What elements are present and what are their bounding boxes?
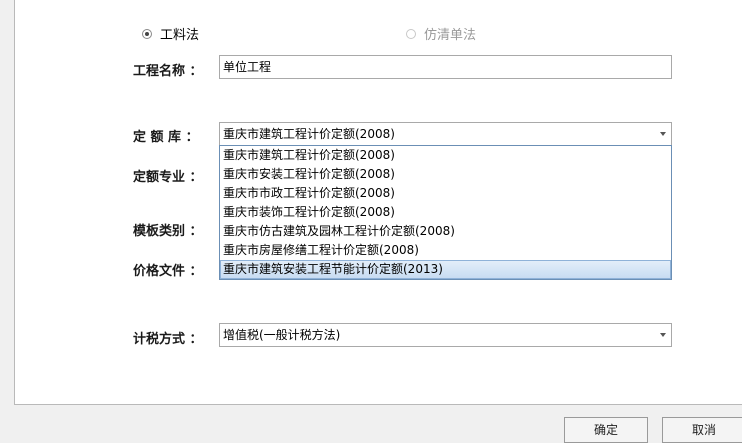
radio-bill-method[interactable]: 工料法 (142, 24, 199, 43)
dropdown-option-highlighted[interactable]: 重庆市建筑安装工程节能计价定额(2013) (220, 260, 671, 279)
dropdown-option[interactable]: 重庆市市政工程计价定额(2008) (220, 184, 671, 203)
tax-method-value: 增值税(一般计税方法) (223, 328, 341, 342)
quota-lib-value: 重庆市建筑工程计价定额(2008) (223, 127, 395, 141)
chevron-down-icon[interactable] (660, 132, 666, 136)
quota-lib-select[interactable]: 重庆市建筑工程计价定额(2008) (219, 122, 672, 146)
dropdown-option[interactable]: 重庆市仿古建筑及园林工程计价定额(2008) (220, 222, 671, 241)
chevron-down-icon[interactable] (660, 333, 666, 337)
project-name-input[interactable]: 单位工程 (219, 55, 672, 79)
tax-method-select[interactable]: 增值税(一般计税方法) (219, 323, 672, 347)
radio-checked-icon (142, 28, 152, 39)
project-name-label: 工程名称 ： (133, 64, 203, 79)
radio-unchecked-icon (406, 28, 416, 39)
quota-lib-dropdown-list: 重庆市建筑工程计价定额(2008) 重庆市安装工程计价定额(2008) 重庆市市… (219, 145, 672, 280)
dropdown-option[interactable]: 重庆市安装工程计价定额(2008) (220, 165, 671, 184)
radio-quote-method-label: 仿清单法 (424, 28, 477, 43)
tax-method-label: 计税方式 ： (133, 332, 203, 347)
radio-bill-method-label: 工料法 (160, 28, 200, 43)
price-file-label: 价格文件 ： (133, 264, 203, 279)
dropdown-option[interactable]: 重庆市装饰工程计价定额(2008) (220, 203, 671, 222)
cancel-button[interactable]: 取消 (662, 417, 742, 443)
project-name-value: 单位工程 (223, 60, 272, 74)
quota-major-label: 定额专业 ： (133, 170, 203, 185)
dropdown-option[interactable]: 重庆市建筑工程计价定额(2008) (220, 146, 671, 165)
ok-button[interactable]: 确定 (564, 417, 648, 443)
template-type-label: 模板类别 ： (133, 224, 203, 239)
radio-quote-method[interactable]: 仿清单法 (406, 24, 476, 43)
quota-lib-label: 定 额 库 ： (133, 130, 199, 145)
dropdown-option[interactable]: 重庆市房屋修缮工程计价定额(2008) (220, 241, 671, 260)
